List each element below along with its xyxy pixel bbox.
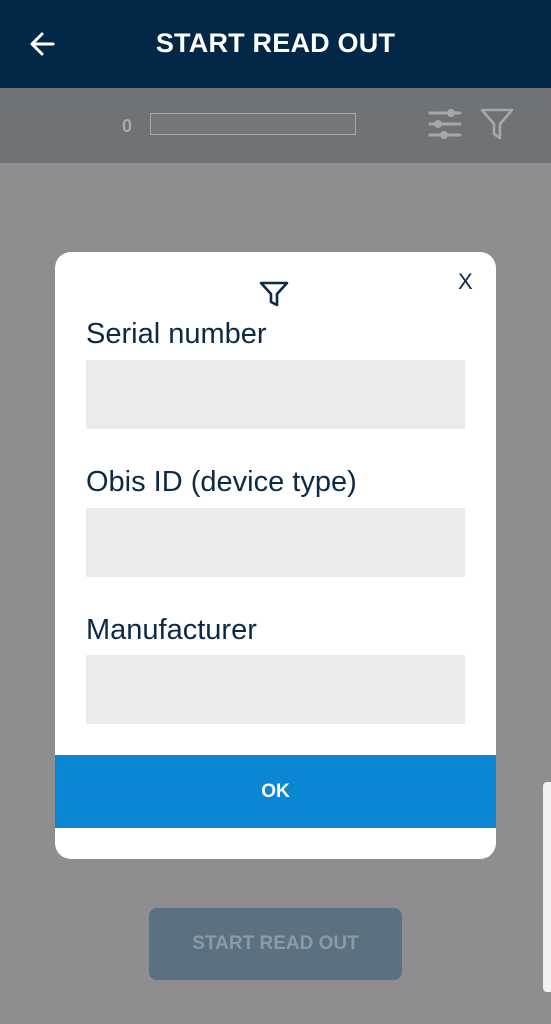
settings-button[interactable] (428, 105, 462, 146)
close-button[interactable]: X (458, 269, 473, 295)
ok-button[interactable]: OK (55, 755, 496, 828)
obis-id-label: Obis ID (device type) (86, 466, 357, 498)
filter-icon (480, 108, 514, 140)
page-title: START READ OUT (155, 28, 396, 58)
app-bar: START READ OUT (0, 0, 551, 88)
serial-number-field[interactable] (86, 360, 465, 429)
filter-dialog: X Serial number Obis ID (device type) Ma… (55, 252, 496, 859)
scrollbar[interactable] (543, 782, 551, 992)
sliders-icon (428, 109, 462, 139)
manufacturer-field[interactable] (86, 655, 465, 724)
obis-id-field[interactable] (86, 508, 465, 577)
serial-number-label: Serial number (86, 318, 267, 350)
filter-button[interactable] (480, 107, 514, 146)
filter-icon (259, 281, 289, 307)
manufacturer-label: Manufacturer (86, 614, 257, 646)
start-read-out-button[interactable]: START READ OUT (149, 908, 402, 980)
readout-count: 0 (122, 116, 133, 136)
dialog-filter-icon-wrap (259, 280, 289, 313)
progress-bar (150, 113, 356, 135)
